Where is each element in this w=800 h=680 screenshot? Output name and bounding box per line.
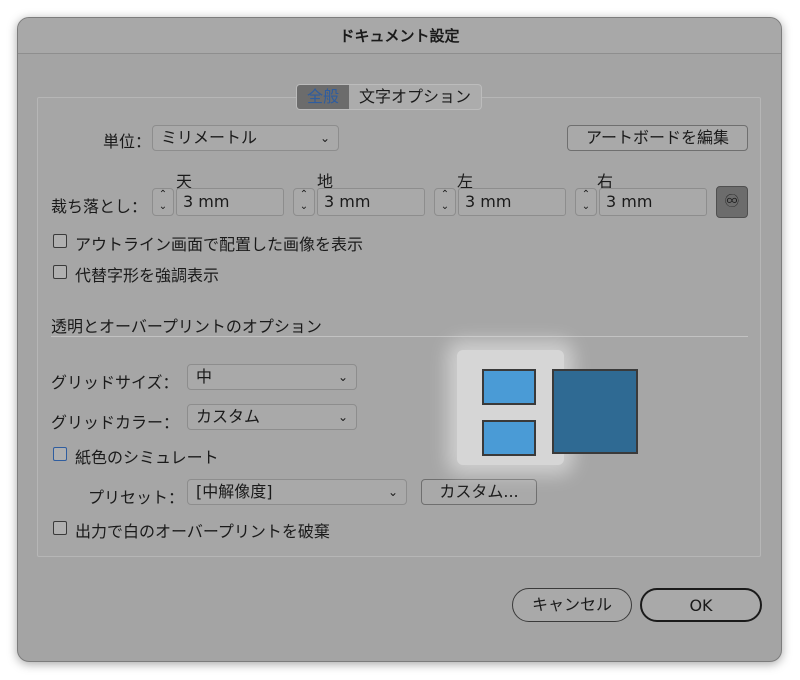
discard-white-overprint-label: 出力で白のオーバープリントを破棄 <box>75 522 330 541</box>
simulate-paper-label: 紙色のシミュレート <box>75 448 219 467</box>
bleed-right-input[interactable]: 3 mm <box>599 188 707 216</box>
bleed-top-stepper[interactable]: ⌃ ⌄ <box>152 188 174 216</box>
link-icon[interactable]: ♾ <box>716 186 748 218</box>
grid-size-label: グリッドサイズ： <box>51 373 179 392</box>
section-divider <box>51 336 748 337</box>
bleed-bottom-stepper[interactable]: ⌃ ⌄ <box>293 188 315 216</box>
chevron-down-icon: ⌄ <box>337 370 348 384</box>
simulate-paper-checkbox[interactable] <box>53 447 67 461</box>
units-select[interactable]: ミリメートル ⌄ <box>152 125 339 151</box>
transparency-section-title: 透明とオーバープリントのオプション <box>51 317 322 336</box>
outline-images-checkbox[interactable] <box>53 234 67 248</box>
highlight-substituted-label: 代替字形を強調表示 <box>75 266 220 285</box>
tab-general[interactable]: 全般 <box>297 85 350 109</box>
preset-select[interactable]: [中解像度] ⌄ <box>187 479 407 505</box>
outline-images-label: アウトライン画面で配置した画像を表示 <box>75 235 364 254</box>
cancel-button[interactable]: キャンセル <box>512 588 632 622</box>
grid-color-swatch-light-top[interactable] <box>482 369 536 405</box>
grid-color-value: カスタム <box>196 407 261 426</box>
grid-size-select[interactable]: 中 ⌄ <box>187 364 357 390</box>
bleed-right-stepper[interactable]: ⌃ ⌄ <box>575 188 597 216</box>
grid-color-label: グリッドカラー： <box>51 413 180 432</box>
chevron-down-icon: ⌄ <box>387 485 398 499</box>
chevron-down-icon: ⌄ <box>319 131 330 145</box>
units-value: ミリメートル <box>161 128 258 147</box>
chevron-down-icon: ⌄ <box>337 410 348 424</box>
preset-label: プリセット： <box>88 488 185 507</box>
preset-value: [中解像度] <box>196 482 273 501</box>
custom-button[interactable]: カスタム... <box>421 479 537 505</box>
units-label: 単位： <box>103 132 152 151</box>
tab-text-options[interactable]: 文字オプション <box>349 85 481 109</box>
grid-color-swatch-dark[interactable] <box>552 369 638 454</box>
bleed-label: 裁ち落とし： <box>51 197 148 216</box>
bleed-left-input[interactable]: 3 mm <box>458 188 566 216</box>
tab-bar: 全般 文字オプション <box>296 84 483 110</box>
edit-artboard-button[interactable]: アートボードを編集 <box>567 125 748 151</box>
ok-button[interactable]: OK <box>640 588 762 622</box>
discard-white-overprint-checkbox[interactable] <box>53 521 67 535</box>
dialog-title: ドキュメント設定 <box>18 18 781 54</box>
bleed-bottom-input[interactable]: 3 mm <box>317 188 425 216</box>
grid-color-select[interactable]: カスタム ⌄ <box>187 404 357 430</box>
grid-size-value: 中 <box>196 367 213 386</box>
highlight-substituted-checkbox[interactable] <box>53 265 67 279</box>
grid-color-swatch-light-bottom[interactable] <box>482 420 536 456</box>
bleed-left-stepper[interactable]: ⌃ ⌄ <box>434 188 456 216</box>
bleed-top-input[interactable]: 3 mm <box>176 188 284 216</box>
